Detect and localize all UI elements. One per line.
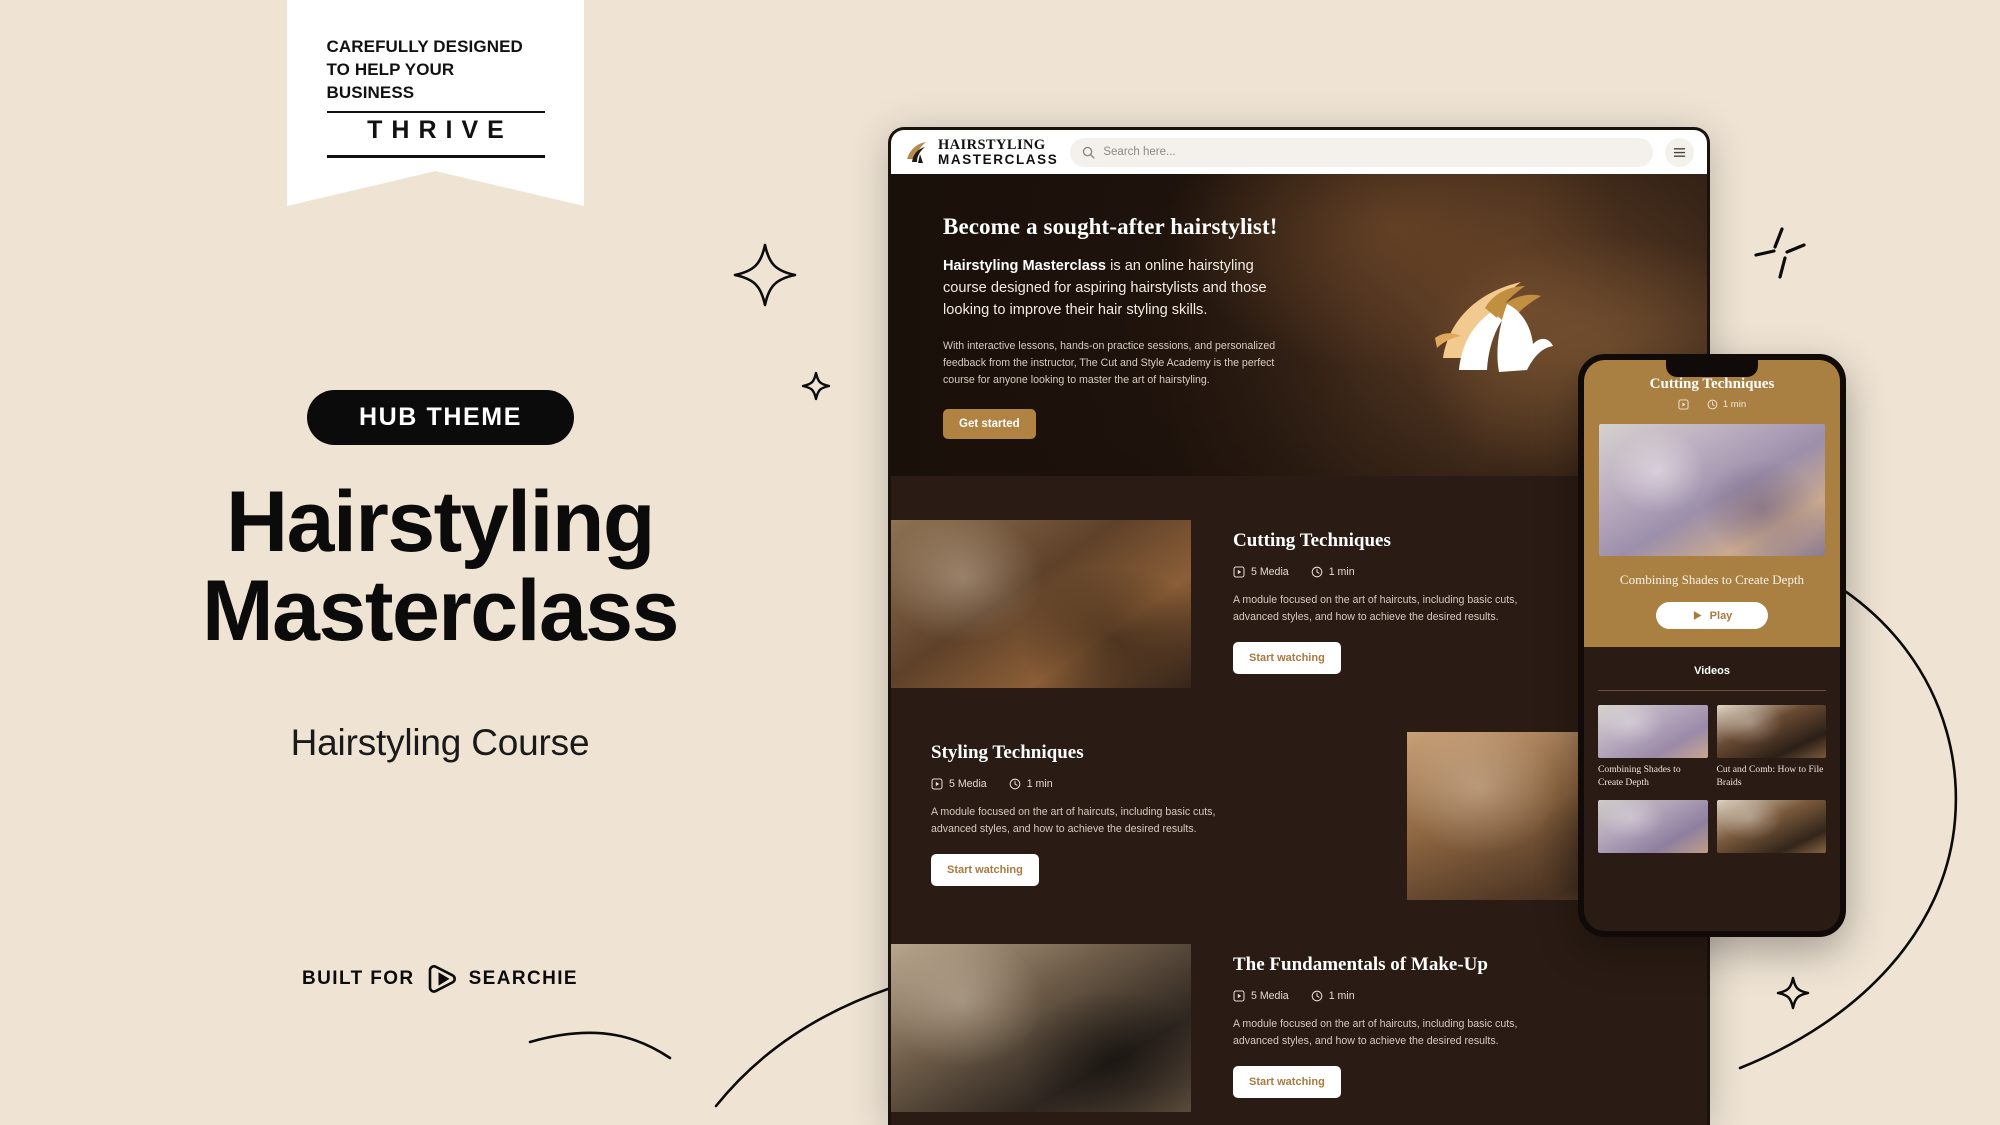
start-watching-button[interactable]: Start watching <box>1233 641 1341 674</box>
list-item[interactable]: Cut and Comb: How to File Braids <box>1716 705 1826 790</box>
sparkle-icon-small <box>801 371 831 401</box>
phone-video-caption: Combining Shades to Create Depth <box>1619 572 1805 587</box>
module-duration-label: 1 min <box>1328 990 1355 1002</box>
module-duration: 1 min <box>1009 778 1053 790</box>
video-title: Combining Shades to Create Depth <box>1598 764 1681 788</box>
media-icon <box>1678 399 1689 410</box>
thrive-rule-bottom <box>326 155 545 158</box>
module-media-label: 5 Media <box>949 778 987 790</box>
phone-media-count <box>1678 399 1689 410</box>
search-icon <box>1083 146 1095 159</box>
clock-icon <box>1707 399 1718 410</box>
module-duration-label: 1 min <box>1026 778 1053 790</box>
phone-module-title: Cutting Techniques <box>1649 376 1775 392</box>
play-button-label: Play <box>1709 609 1733 622</box>
clock-icon <box>1311 990 1323 1002</box>
hero-hair-logo-icon <box>1435 282 1553 372</box>
phone-player-panel: Cutting Techniques 1 min Combining Shade… <box>1584 360 1840 647</box>
get-started-button[interactable]: Get started <box>943 409 1036 440</box>
module-duration: 1 min <box>1311 990 1355 1002</box>
menu-button[interactable] <box>1665 137 1694 167</box>
play-button[interactable]: Play <box>1656 602 1768 629</box>
thrive-rule-top <box>326 110 545 114</box>
sparkle-burst-icon <box>1754 227 1806 279</box>
module-media-label: 5 Media <box>1251 566 1289 578</box>
module-description: A module focused on the art of haircuts,… <box>931 806 1216 835</box>
sparkle-icon-bottom <box>1776 976 1810 1010</box>
module-description: A module focused on the art of haircuts,… <box>1233 594 1518 623</box>
page-subtitle: Hairstyling Course <box>290 722 590 763</box>
module-row: The Fundamentals of Make-Up 5 Media 1 mi… <box>891 900 1707 1112</box>
thrive-line-2: TO HELP YOUR BUSINESS <box>326 59 455 102</box>
media-icon <box>1233 990 1245 1002</box>
start-watching-button[interactable]: Start watching <box>931 853 1039 886</box>
built-for-label: BUILT FOR <box>302 968 415 989</box>
media-icon <box>931 778 943 790</box>
phone-duration: 1 min <box>1707 399 1746 410</box>
hairstyling-logo-icon <box>907 141 926 163</box>
phone-mockup: Cutting Techniques 1 min Combining Shade… <box>1578 354 1846 937</box>
module-thumbnail[interactable] <box>891 944 1191 1112</box>
list-item[interactable]: Combining Shades to Create Depth <box>1598 705 1708 790</box>
brand-line-1: HAIRSTYLING <box>938 136 1046 153</box>
module-description: A module focused on the art of haircuts,… <box>1233 1018 1518 1047</box>
hero-lead-strong: Hairstyling Masterclass <box>943 258 1107 274</box>
phone-notch <box>1666 360 1758 377</box>
module-meta: 5 Media 1 min <box>931 778 1365 790</box>
hero-body-text: With interactive lessons, hands-on pract… <box>943 339 1276 386</box>
thrive-banner: CAREFULLY DESIGNED TO HELP YOUR BUSINESS… <box>287 0 584 206</box>
module-media-label: 5 Media <box>1251 990 1289 1002</box>
site-logo[interactable]: HAIRSTYLING MASTERCLASS <box>904 136 1059 167</box>
clock-icon <box>1311 566 1323 578</box>
phone-videos-heading: Videos <box>1694 665 1730 677</box>
thrive-wordmark: THRIVE <box>367 116 513 145</box>
page-title: Hairstyling Masterclass <box>202 474 679 660</box>
phone-duration-label: 1 min <box>1722 399 1747 410</box>
module-media-count: 5 Media <box>1233 990 1289 1002</box>
module-media-count: 5 Media <box>1233 566 1289 578</box>
module-title: Styling Techniques <box>931 742 1084 763</box>
video-thumbnail[interactable] <box>1598 705 1708 758</box>
searchie-play-icon <box>428 965 456 993</box>
searchie-brand: SEARCHIE <box>468 968 578 989</box>
browser-top-bar: HAIRSTYLING MASTERCLASS Search here... <box>891 130 1707 174</box>
video-thumbnail[interactable] <box>1716 799 1826 853</box>
module-meta: 5 Media 1 min <box>1233 990 1667 1002</box>
module-thumbnail[interactable] <box>891 520 1191 688</box>
phone-videos-grid: Combining Shades to Create Depth Cut and… <box>1584 691 1840 859</box>
phone-meta: 1 min <box>1599 399 1825 410</box>
sparkle-icon-large <box>733 243 797 307</box>
list-item[interactable] <box>1598 799 1708 859</box>
search-placeholder-text: Search here... <box>1103 146 1176 158</box>
hero-lead: Hairstyling Masterclass is an online hai… <box>943 256 1296 322</box>
list-item[interactable] <box>1716 799 1826 859</box>
video-thumbnail[interactable] <box>1598 799 1708 853</box>
play-icon <box>1693 611 1702 620</box>
thrive-line-1: CAREFULLY DESIGNED <box>326 37 523 56</box>
video-title: Cut and Comb: How to File Braids <box>1716 764 1824 788</box>
module-duration-label: 1 min <box>1328 566 1355 578</box>
module-duration: 1 min <box>1311 566 1355 578</box>
built-for-credit: BUILT FOR SEARCHIE <box>0 965 880 993</box>
search-input[interactable]: Search here... <box>1070 137 1653 167</box>
clock-icon <box>1009 778 1021 790</box>
start-watching-button[interactable]: Start watching <box>1233 1065 1341 1098</box>
hero-heading: Become a sought-after hairstylist! <box>943 214 1278 239</box>
hub-theme-badge: HUB THEME <box>307 390 574 445</box>
media-icon <box>1233 566 1245 578</box>
hamburger-icon <box>1673 147 1686 157</box>
phone-video-preview[interactable] <box>1599 424 1825 556</box>
module-title: The Fundamentals of Make-Up <box>1233 954 1488 975</box>
brand-line-2: MASTERCLASS <box>938 152 1059 167</box>
module-media-count: 5 Media <box>931 778 987 790</box>
video-thumbnail[interactable] <box>1716 705 1826 758</box>
